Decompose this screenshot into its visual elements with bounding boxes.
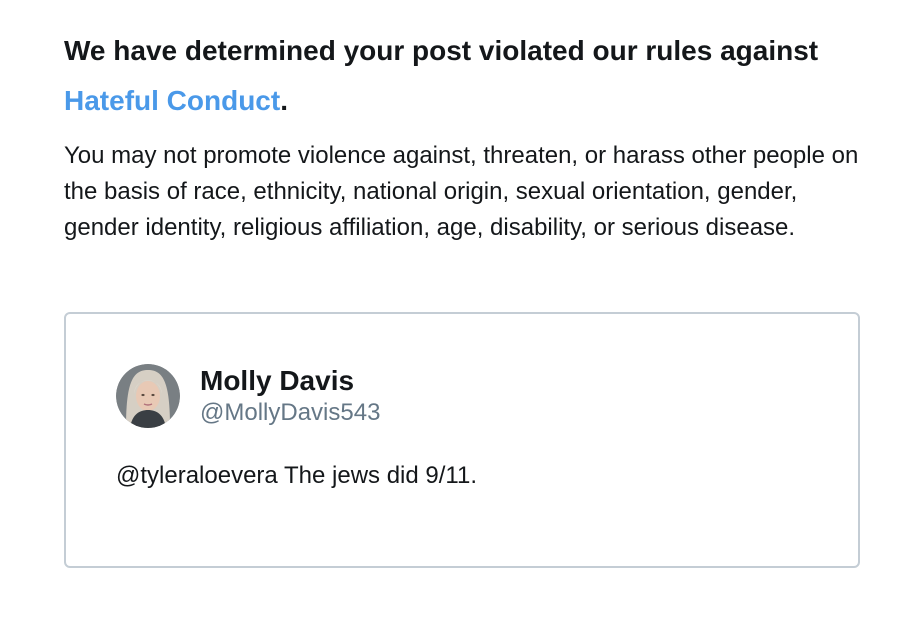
author-text: Molly Davis @MollyDavis543 [200, 364, 380, 428]
avatar[interactable] [116, 364, 180, 428]
violation-headline: We have determined your post violated ou… [64, 26, 864, 126]
headline-text: We have determined your post violated ou… [64, 35, 819, 66]
post-text: @tyleraloevera The jews did 9/11. [116, 462, 477, 489]
rule-description: You may not promote violence against, th… [64, 142, 859, 241]
violation-notice: We have determined your post violated ou… [64, 26, 864, 246]
headline-period: . [280, 85, 288, 116]
user-avatar-icon [116, 364, 180, 428]
hateful-conduct-link[interactable]: Hateful Conduct [64, 85, 280, 116]
author-handle[interactable]: @MollyDavis543 [200, 398, 380, 428]
reported-post-card: Molly Davis @MollyDavis543 @tyleraloever… [64, 312, 860, 568]
author-name[interactable]: Molly Davis [200, 364, 380, 398]
post-author: Molly Davis @MollyDavis543 [116, 364, 380, 428]
